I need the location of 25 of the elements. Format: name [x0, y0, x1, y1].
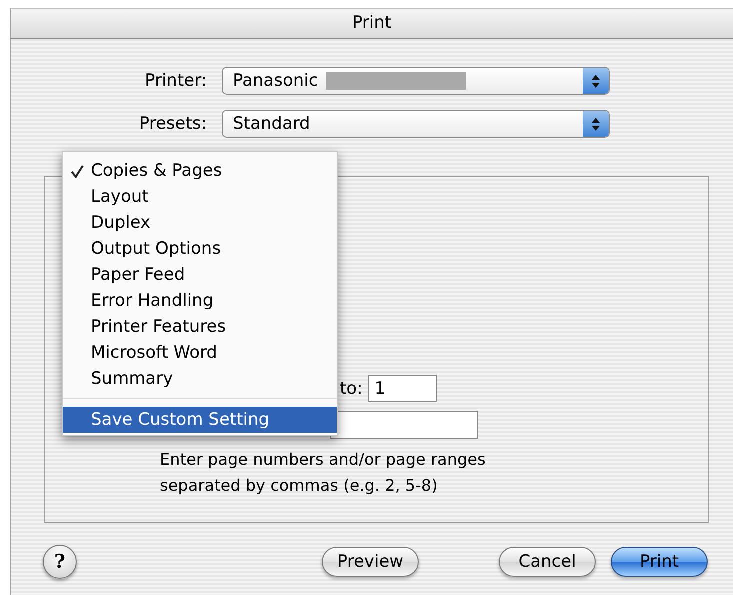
input-field[interactable] — [330, 411, 478, 439]
menu-item[interactable]: Save Custom Setting — [63, 407, 337, 433]
menu-item[interactable]: Summary — [63, 366, 337, 392]
field-label: Presets: — [138, 114, 207, 134]
menu-item[interactable]: Output Options — [63, 236, 337, 262]
menu-item[interactable]: Printer Features — [63, 314, 337, 340]
field-label: to: — [340, 378, 363, 398]
menu-item[interactable]: Layout — [63, 184, 337, 210]
dialog-button[interactable]: Cancel — [499, 547, 596, 577]
popup-menu[interactable]: Panasonic — [222, 67, 610, 95]
up-down-arrows-icon — [592, 74, 600, 88]
print-button[interactable]: Print — [611, 547, 708, 577]
hint-text: Enter page numbers and/or page ranges separated by commas (e.g. 2, 5-8) — [160, 449, 487, 497]
popup-menu[interactable]: Standard — [222, 110, 610, 138]
menu-item[interactable]: Duplex — [63, 210, 337, 236]
field-label: Printer: — [144, 71, 207, 91]
menu-item[interactable]: Microsoft Word — [63, 340, 337, 366]
input-field[interactable]: 1 — [368, 375, 437, 402]
dialog-button[interactable]: Preview — [322, 547, 419, 577]
up-down-arrows-icon — [592, 118, 600, 130]
menu-item[interactable]: Error Handling — [63, 288, 337, 314]
menu-item[interactable]: Paper Feed — [63, 262, 337, 288]
window-title: Print — [11, 9, 733, 39]
help-button[interactable]: ? — [43, 545, 77, 579]
menu-item[interactable]: Copies & Pages — [63, 158, 337, 184]
